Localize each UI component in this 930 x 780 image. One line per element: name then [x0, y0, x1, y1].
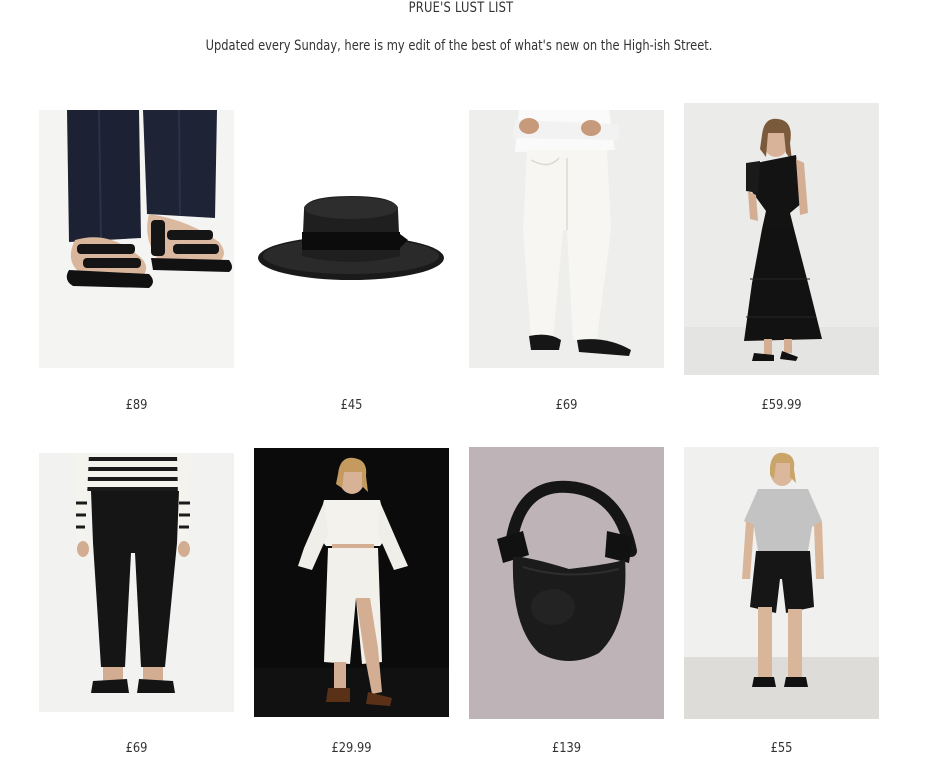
product-card-cropped-trousers[interactable] — [39, 453, 234, 712]
product-price: £89 — [125, 398, 148, 413]
product-card-denim-shorts[interactable] — [684, 447, 879, 719]
black-denim-shorts-image — [684, 447, 879, 719]
product-price: £69 — [555, 398, 578, 413]
product-card-white-jeans[interactable] — [469, 110, 664, 368]
white-barrel-jeans-image — [469, 110, 664, 368]
page-title: PRUE'S LUST LIST — [408, 0, 514, 16]
product-price: £69 — [125, 741, 148, 756]
page-subtitle: Updated every Sunday, here is my edit of… — [205, 38, 713, 54]
product-card-white-co-ord[interactable] — [254, 448, 449, 717]
lust-list-page: PRUE'S LUST LIST Updated every Sunday, h… — [0, 0, 930, 780]
black-one-shoulder-dress-image — [684, 103, 879, 375]
product-price: £55 — [770, 741, 793, 756]
black-straw-boater-hat-image — [254, 110, 449, 368]
white-co-ord-skirt-set-image — [254, 448, 449, 717]
product-card-black-dress[interactable] — [684, 103, 879, 375]
product-card-handbag[interactable] — [469, 447, 664, 719]
black-sandals-image — [39, 110, 234, 368]
product-price: £29.99 — [331, 741, 372, 756]
product-price: £59.99 — [761, 398, 802, 413]
product-price: £45 — [340, 398, 363, 413]
product-price: £139 — [551, 741, 582, 756]
black-cropped-trousers-image — [39, 453, 234, 712]
product-card-sandals[interactable] — [39, 110, 234, 368]
black-knot-handbag-image — [469, 447, 664, 719]
product-card-hat[interactable] — [254, 110, 449, 368]
